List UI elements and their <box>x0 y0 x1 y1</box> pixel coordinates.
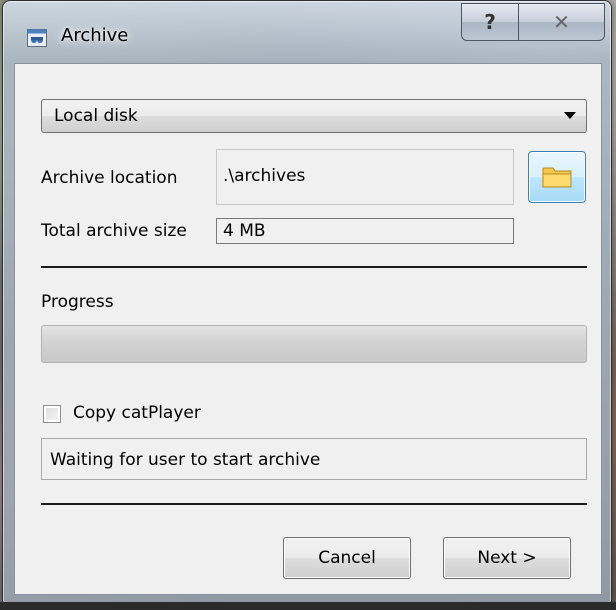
help-icon: ? <box>484 10 496 34</box>
progress-bar <box>41 325 587 363</box>
chevron-down-icon <box>564 112 576 119</box>
cancel-button[interactable]: Cancel <box>283 537 411 579</box>
divider-top <box>41 266 587 268</box>
archive-source-select[interactable]: Local disk <box>41 99 587 133</box>
total-archive-size-value: 4 MB <box>223 221 266 241</box>
archive-location-label: Archive location <box>41 168 178 188</box>
folder-icon <box>542 165 572 189</box>
status-field: Waiting for user to start archive <box>41 438 587 480</box>
help-button[interactable]: ? <box>461 3 519 41</box>
browse-folder-button[interactable] <box>528 151 586 203</box>
bottom-strip <box>0 602 616 610</box>
title-bar[interactable]: Archive ? ✕ <box>3 1 611 63</box>
total-archive-size-field: 4 MB <box>216 218 514 244</box>
status-text: Waiting for user to start archive <box>50 450 321 470</box>
total-archive-size-label: Total archive size <box>41 221 187 241</box>
next-button[interactable]: Next > <box>443 537 571 579</box>
copy-catplayer-label[interactable]: Copy catPlayer <box>73 403 201 423</box>
copy-catplayer-checkbox[interactable] <box>43 405 61 423</box>
divider-bottom <box>41 503 587 505</box>
caption-buttons: ? ✕ <box>461 3 605 43</box>
archive-dialog: Archive ? ✕ Local disk Archive location … <box>2 0 612 604</box>
archive-app-icon <box>27 29 47 47</box>
close-icon: ✕ <box>553 10 570 34</box>
window-title: Archive <box>61 25 129 46</box>
archive-source-value: Local disk <box>54 106 138 126</box>
dialog-content: Local disk Archive location .\archives T… <box>14 63 602 595</box>
progress-label: Progress <box>41 292 114 312</box>
archive-location-value: .\archives <box>223 166 306 186</box>
archive-location-field: .\archives <box>216 149 514 205</box>
close-button[interactable]: ✕ <box>519 3 605 41</box>
